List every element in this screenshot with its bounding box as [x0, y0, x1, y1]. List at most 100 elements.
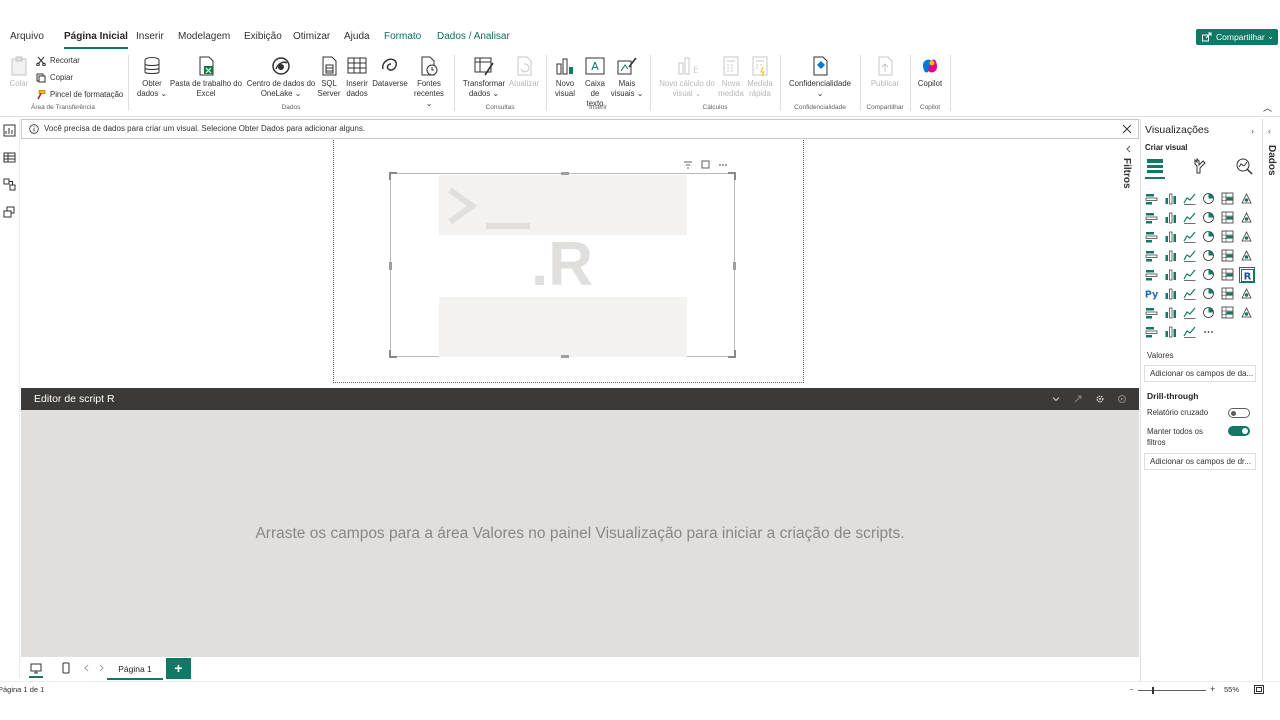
- copilot-button[interactable]: Copilot: [914, 55, 946, 89]
- clustered-column-icon[interactable]: [1201, 191, 1217, 207]
- stacked-column-icon[interactable]: [1163, 191, 1179, 207]
- scatter-icon[interactable]: [1182, 229, 1198, 245]
- filters-pane-collapsed[interactable]: Filtros: [1117, 140, 1139, 387]
- r-script-visual[interactable]: .R: [389, 172, 736, 358]
- run-script-icon[interactable]: [1117, 394, 1127, 404]
- values-drop-well[interactable]: Adicionar os campos de da...: [1144, 365, 1256, 382]
- chevron-down-icon[interactable]: [1051, 394, 1061, 404]
- tab-ajuda[interactable]: Ajuda: [344, 27, 370, 49]
- resize-handle[interactable]: [728, 350, 736, 358]
- format-painter-button[interactable]: Pincel de formatação: [36, 88, 123, 102]
- python-visual-icon[interactable]: Py: [1144, 286, 1160, 302]
- funnel-icon[interactable]: [1163, 229, 1179, 245]
- r-visual-icon[interactable]: R: [1239, 267, 1255, 283]
- tab-dados-analisar[interactable]: Dados / Analisar: [437, 27, 510, 49]
- desktop-layout-icon[interactable]: [30, 662, 42, 674]
- tab-exibicao[interactable]: Exibição: [244, 27, 282, 49]
- kpi-icon[interactable]: [1163, 267, 1179, 283]
- data-pane-collapsed[interactable]: ‹ Dados: [1262, 119, 1280, 681]
- page-tab-1[interactable]: Página 1: [107, 659, 163, 680]
- report-canvas[interactable]: .R: [21, 140, 1117, 387]
- chevron-left-icon[interactable]: ‹: [1268, 126, 1271, 136]
- stacked-bar-icon[interactable]: [1144, 191, 1160, 207]
- gauge-icon[interactable]: [1220, 248, 1236, 264]
- collapse-ribbon-icon[interactable]: ︿: [1263, 101, 1272, 114]
- matrix-icon[interactable]: [1220, 267, 1236, 283]
- dataverse-button[interactable]: Dataverse: [370, 55, 410, 89]
- new-visual-calc-button[interactable]: fx Novo cálculo do visual ⌄: [654, 55, 720, 99]
- narrative-icon[interactable]: [1220, 286, 1236, 302]
- power-automate-icon[interactable]: [1182, 305, 1198, 321]
- recent-sources-button[interactable]: Fontes recentes ⌄: [410, 55, 448, 109]
- enter-data-button[interactable]: Inserir dados: [342, 55, 372, 99]
- waterfall-icon[interactable]: [1144, 229, 1160, 245]
- filled-map-icon[interactable]: [1163, 248, 1179, 264]
- paste-button[interactable]: Colar: [6, 55, 32, 89]
- map-icon[interactable]: [1144, 248, 1160, 264]
- tab-modelagem[interactable]: Modelagem: [178, 27, 230, 49]
- r-script-editor-body[interactable]: Arraste os campos para a área Valores no…: [21, 410, 1139, 656]
- qa-icon[interactable]: [1201, 286, 1217, 302]
- copy-button[interactable]: Copiar: [36, 71, 73, 85]
- add-page-button[interactable]: +: [166, 658, 191, 679]
- line-stacked-column-icon[interactable]: [1220, 210, 1236, 226]
- chevron-right-icon[interactable]: ›: [1251, 126, 1254, 136]
- metrics-icon[interactable]: [1144, 324, 1160, 340]
- tab-otimizar[interactable]: Otimizar: [293, 27, 330, 49]
- line-axis-icon[interactable]: [1182, 324, 1198, 340]
- tab-formato[interactable]: Formato: [384, 27, 421, 49]
- line-chart-icon[interactable]: [1144, 210, 1160, 226]
- table-icon[interactable]: [1201, 267, 1217, 283]
- transform-data-button[interactable]: Transformar dados ⌄: [460, 55, 508, 99]
- key-influencers-icon[interactable]: [1163, 286, 1179, 302]
- dax-query-view-icon[interactable]: [3, 205, 16, 218]
- line-clustered-column-icon[interactable]: [1239, 210, 1255, 226]
- tab-inserir[interactable]: Inserir: [136, 27, 164, 49]
- onelake-hub-button[interactable]: Centro de dados do OneLake ⌄: [244, 55, 318, 99]
- custom-visual-icon[interactable]: [1239, 305, 1255, 321]
- stacked-column-100-icon[interactable]: [1239, 191, 1255, 207]
- format-visual-tab-icon[interactable]: [1191, 157, 1209, 175]
- fit-to-page-icon[interactable]: [1254, 685, 1264, 694]
- resize-handle[interactable]: [389, 172, 397, 180]
- resize-handle[interactable]: [733, 262, 736, 270]
- table-view-icon[interactable]: [3, 151, 16, 164]
- get-data-button[interactable]: Obter dados ⌄: [134, 55, 170, 99]
- tab-pagina-inicial[interactable]: Página Inicial: [64, 27, 128, 49]
- open-external-icon[interactable]: [1073, 394, 1083, 404]
- tab-arquivo[interactable]: Arquivo: [10, 27, 44, 49]
- resize-handle[interactable]: [561, 172, 569, 175]
- new-visual-button[interactable]: Novo visual: [550, 55, 580, 99]
- share-button[interactable]: Compartilhar ⌄: [1196, 29, 1278, 45]
- resize-handle[interactable]: [389, 350, 397, 358]
- more-visuals-button[interactable]: Mais visuais ⌄: [610, 55, 644, 99]
- report-page[interactable]: .R: [333, 140, 804, 383]
- area-chart-icon[interactable]: [1163, 210, 1179, 226]
- card-icon[interactable]: [1239, 248, 1255, 264]
- decomposition-tree-icon[interactable]: [1182, 286, 1198, 302]
- chevron-right-icon[interactable]: [95, 662, 107, 674]
- drill-through-drop-well[interactable]: Adicionar os campos de dr...: [1144, 453, 1256, 470]
- sensitivity-button[interactable]: Confidencialidade ⌄: [784, 55, 856, 99]
- cross-report-toggle[interactable]: [1228, 408, 1250, 418]
- treemap-icon[interactable]: [1239, 229, 1255, 245]
- slicer-icon[interactable]: [1182, 267, 1198, 283]
- shape-map-icon[interactable]: [1201, 248, 1217, 264]
- resize-handle[interactable]: [728, 172, 736, 180]
- excel-workbook-button[interactable]: Pasta de trabalho do Excel: [168, 55, 244, 99]
- arcgis-icon[interactable]: [1201, 305, 1217, 321]
- mobile-layout-icon[interactable]: [60, 662, 72, 674]
- zoom-out-button[interactable]: -: [1130, 684, 1133, 694]
- refresh-button[interactable]: Atualizar: [508, 55, 540, 89]
- power-apps-icon[interactable]: [1163, 305, 1179, 321]
- paginated-report-icon[interactable]: [1144, 305, 1160, 321]
- resize-handle[interactable]: [389, 262, 392, 270]
- zoom-slider-thumb[interactable]: [1152, 687, 1154, 694]
- multi-row-card-icon[interactable]: [1144, 267, 1160, 283]
- gear-icon[interactable]: [1095, 394, 1105, 404]
- text-box-button[interactable]: A Caixa de texto: [580, 55, 610, 109]
- new-measure-button[interactable]: Nova medida: [716, 55, 746, 99]
- sql-server-button[interactable]: SQL Server: [316, 55, 342, 99]
- resize-handle[interactable]: [561, 355, 569, 358]
- clustered-bar-icon[interactable]: [1182, 191, 1198, 207]
